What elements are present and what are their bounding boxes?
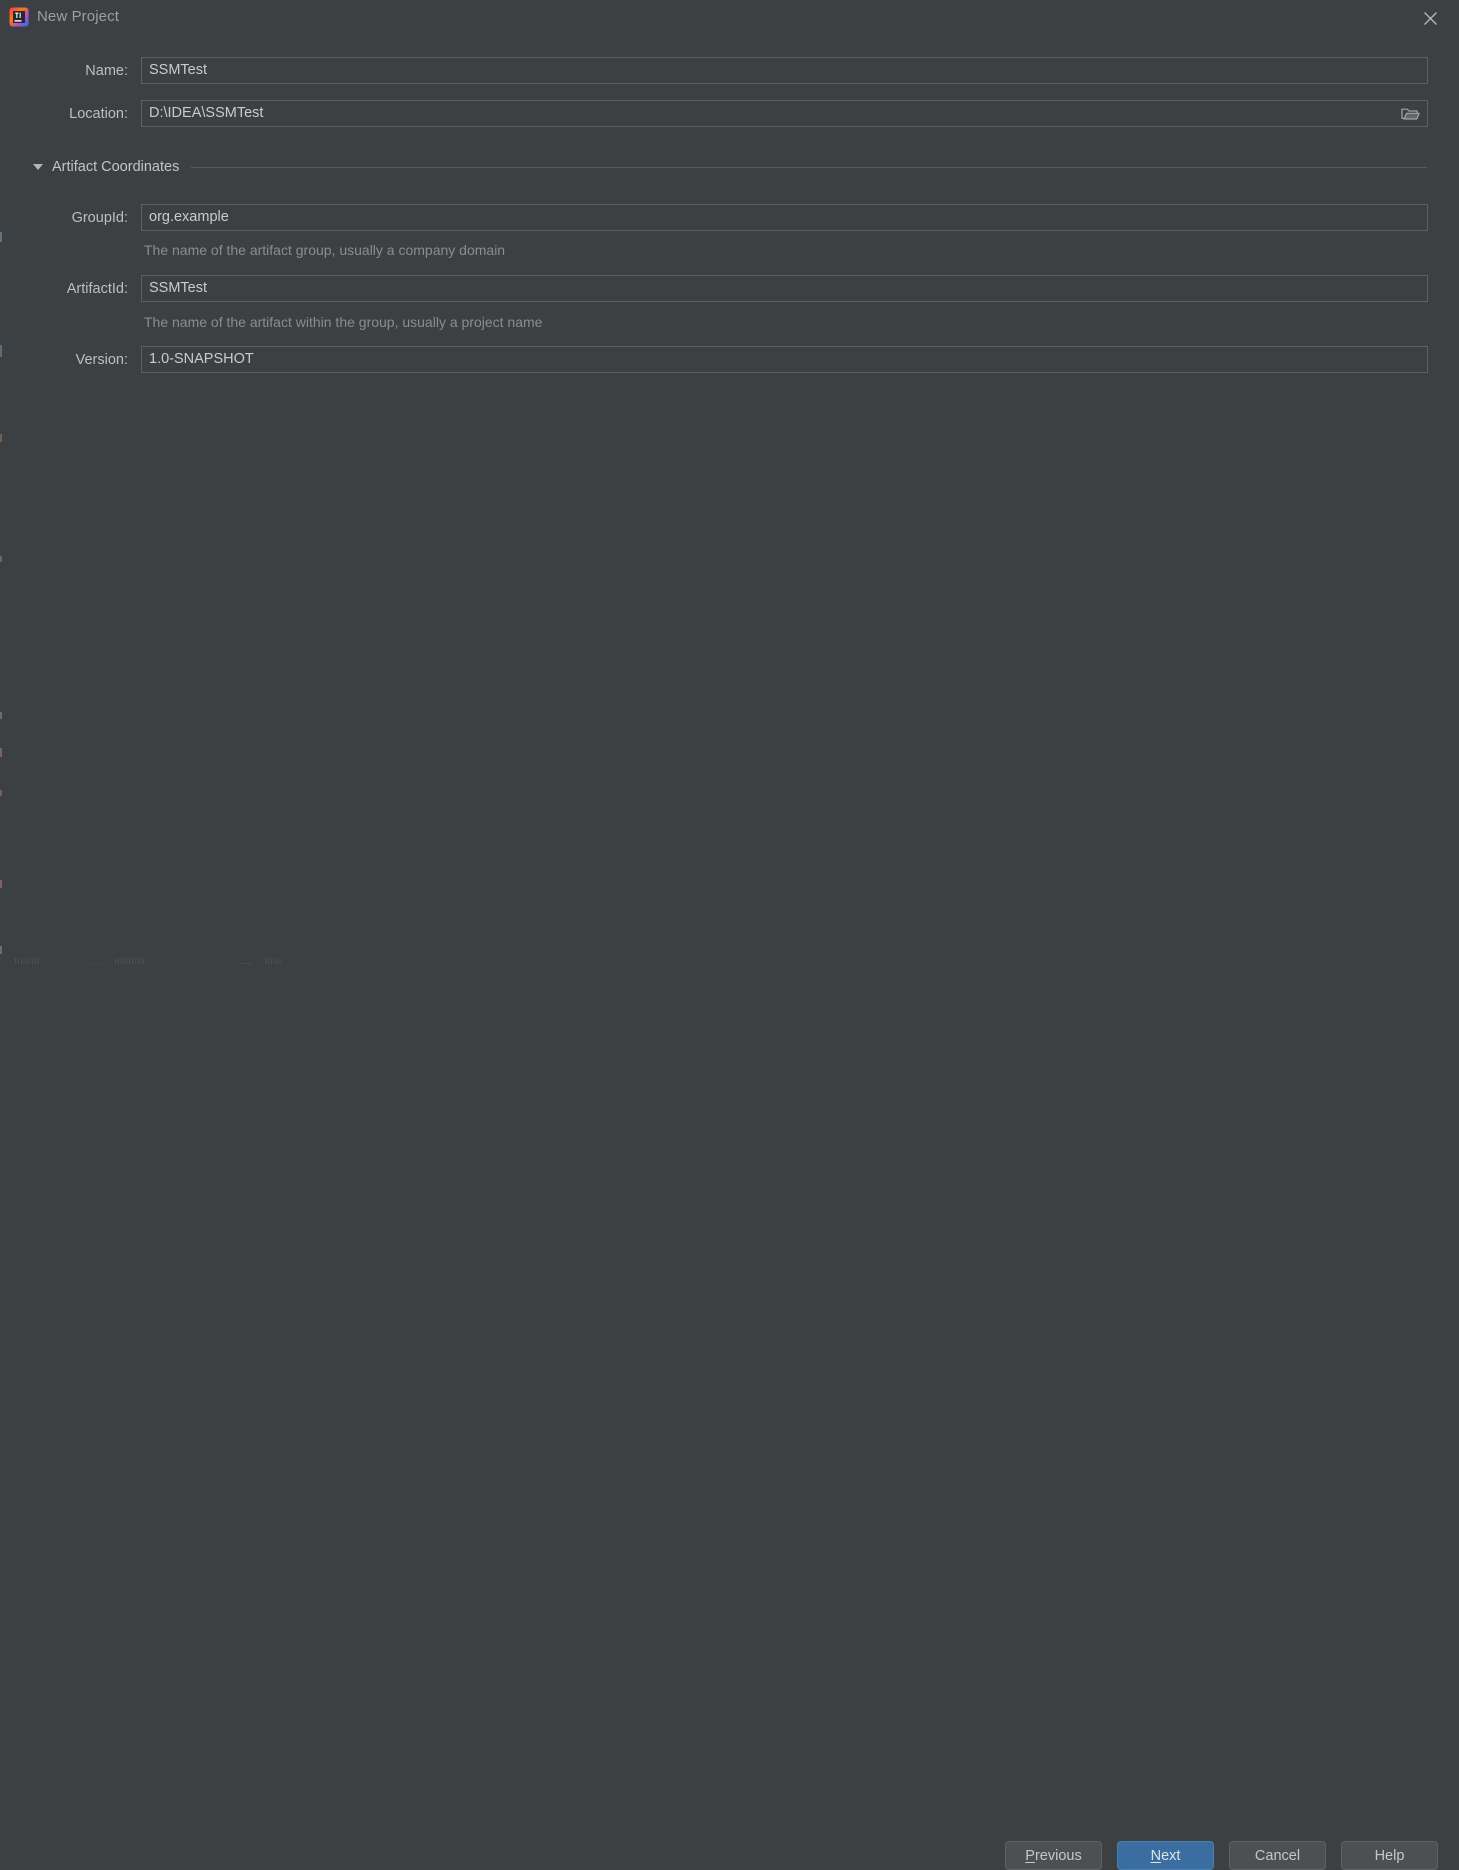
background-window-sliver: ||||||||| ▁▁ ||||||||||| ▁ ▁▁ |||||| [0,958,282,964]
artifact-id-label: ArtifactId: [66,280,128,297]
version-input-value: 1.0-SNAPSHOT [149,351,254,368]
next-button-mnemonic: N [1150,1847,1162,1864]
title-bar: New Project [0,0,1459,36]
artifact-id-input[interactable]: SSMTest [141,275,1428,302]
previous-button-mnemonic: P [1025,1847,1035,1864]
previous-button[interactable]: Previous [1005,1841,1102,1870]
group-id-input[interactable]: org.example [141,204,1428,231]
artifact-id-hint: The name of the artifact within the grou… [144,314,543,330]
group-id-hint: The name of the artifact group, usually … [144,242,506,258]
name-label: Name: [85,62,128,79]
help-button[interactable]: Help [1341,1841,1438,1870]
next-button[interactable]: Next [1117,1841,1214,1870]
chevron-down-icon[interactable] [33,164,43,170]
artifact-id-row: ArtifactId: SSMTest [31,275,1428,302]
artifact-coordinates-title: Artifact Coordinates [52,159,180,175]
version-label: Version: [75,351,128,368]
group-id-row: GroupId: org.example [31,204,1428,231]
group-id-input-value: org.example [149,209,229,226]
close-icon[interactable] [1407,2,1453,34]
background-bleed-left [0,0,2,964]
location-input-value: D:\IDEA\SSMTest [149,105,264,122]
location-row: Location: D:\IDEA\SSMTest [31,100,1428,127]
name-row: Name: SSMTest [31,57,1428,84]
dialog-footer: Previous Next Cancel Help [0,920,1459,1870]
location-input[interactable]: D:\IDEA\SSMTest [141,100,1428,127]
artifact-coordinates-section-header[interactable]: Artifact Coordinates [33,157,1427,177]
window-title: New Project [37,8,119,25]
group-id-label: GroupId: [71,209,128,226]
new-project-dialog: New Project Name: SSMTest Location: D:\I… [0,0,1459,1870]
cancel-button[interactable]: Cancel [1229,1841,1326,1870]
cancel-button-label: Cancel [1254,1847,1301,1864]
folder-icon[interactable] [1393,101,1427,126]
version-input[interactable]: 1.0-SNAPSHOT [141,346,1428,373]
name-input-value: SSMTest [149,62,208,79]
artifact-id-input-value: SSMTest [149,280,208,297]
intellij-idea-icon [9,7,29,27]
name-input[interactable]: SSMTest [141,57,1428,84]
next-button-label: ext [1161,1847,1181,1864]
previous-button-label: revious [1034,1847,1082,1864]
help-button-label: Help [1374,1847,1405,1864]
location-label: Location: [69,105,128,122]
version-row: Version: 1.0-SNAPSHOT [31,346,1428,373]
section-divider [191,166,1427,168]
